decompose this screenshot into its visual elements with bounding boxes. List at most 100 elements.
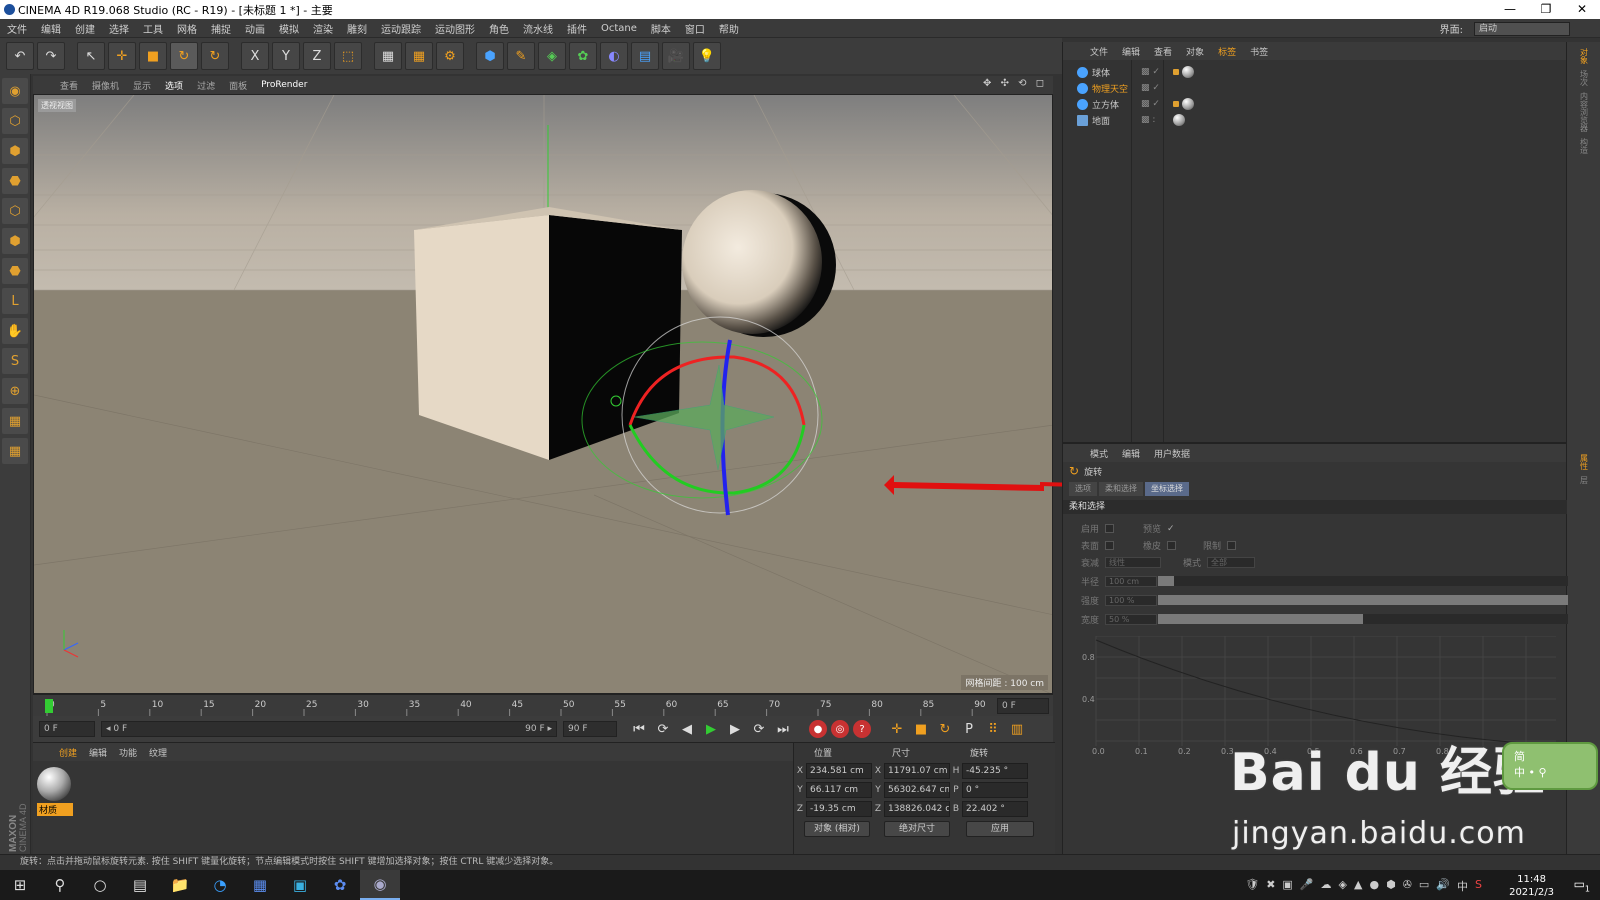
strength-field[interactable]: 100 % xyxy=(1105,595,1158,606)
timeline-window-button[interactable]: ▥ xyxy=(1007,719,1027,739)
close-button[interactable]: ✕ xyxy=(1564,0,1600,19)
end-frame-field[interactable]: 90 F xyxy=(563,721,617,737)
pen-icon[interactable]: ✎ xyxy=(507,42,535,70)
axis-mode-icon[interactable]: L xyxy=(2,288,28,314)
viewport-menu-options[interactable]: 选项 xyxy=(158,79,190,92)
select-arrow-icon[interactable]: ↖ xyxy=(77,42,105,70)
mat-menu-create[interactable]: 创建 xyxy=(53,746,83,759)
viewport-nav-icons[interactable]: ✥ ✣ ⟲ ◻ xyxy=(983,78,1047,89)
tweak-icon[interactable]: ✋ xyxy=(2,318,28,344)
menu-simulate[interactable]: 模拟 xyxy=(272,21,306,36)
rotation-b-field[interactable]: 22.402 ° xyxy=(962,800,1028,817)
phong-tag-icon[interactable] xyxy=(1173,101,1179,107)
menu-mesh[interactable]: 网格 xyxy=(170,21,204,36)
render-picture-viewer-icon[interactable]: ▦ xyxy=(405,42,433,70)
obj-menu-tags[interactable]: 标签 xyxy=(1211,45,1243,58)
interface-select[interactable]: 启动 xyxy=(1474,21,1570,36)
tray-app-icon[interactable]: ● xyxy=(1369,878,1379,894)
next-key-button[interactable]: ⟳ xyxy=(749,719,769,739)
menu-motion-tracker[interactable]: 运动跟踪 xyxy=(374,21,428,36)
menu-select[interactable]: 选择 xyxy=(102,21,136,36)
workplane-icon[interactable]: ⬣ xyxy=(2,168,28,194)
obj-menu-file[interactable]: 文件 xyxy=(1083,45,1115,58)
key-pla-button[interactable]: ⠿ xyxy=(983,719,1003,739)
strength-slider[interactable] xyxy=(1158,595,1568,605)
restrict-checkbox[interactable] xyxy=(1227,541,1237,550)
goto-start-button[interactable]: ⏮ xyxy=(629,719,649,739)
menu-help[interactable]: 帮助 xyxy=(712,21,746,36)
viewport-menu-filter[interactable]: 过滤 xyxy=(190,79,222,92)
object-mode-select[interactable]: 对象 (相对) xyxy=(804,821,870,837)
undo-icon[interactable]: ↶ xyxy=(6,42,34,70)
menu-tools[interactable]: 工具 xyxy=(136,21,170,36)
viewport-menu-cameras[interactable]: 摄像机 xyxy=(85,79,126,92)
mat-menu-texture[interactable]: 纹理 xyxy=(143,746,173,759)
points-mode-icon[interactable]: ⬡ xyxy=(2,198,28,224)
mat-menu-edit[interactable]: 编辑 xyxy=(83,746,113,759)
scale-icon[interactable]: ■ xyxy=(139,42,167,70)
render-settings-icon[interactable]: ⚙ xyxy=(436,42,464,70)
move-icon[interactable]: ✛ xyxy=(108,42,136,70)
menu-snap[interactable]: 捕捉 xyxy=(204,21,238,36)
width-field[interactable]: 50 % xyxy=(1105,614,1158,625)
width-slider[interactable] xyxy=(1158,614,1568,624)
surface-checkbox[interactable] xyxy=(1105,541,1115,550)
microphone-icon[interactable]: 🎤 xyxy=(1300,878,1314,894)
radius-field[interactable]: 100 cm xyxy=(1105,576,1158,587)
next-frame-button[interactable]: ▶ xyxy=(725,719,745,739)
timeline-ruler[interactable]: 051015202530354045505560657075808590 0 F xyxy=(33,694,1053,717)
size-x-field[interactable]: 11791.07 cm xyxy=(884,762,950,779)
prev-frame-button[interactable]: ◀ xyxy=(677,719,697,739)
subdivision-icon[interactable]: ◈ xyxy=(538,42,566,70)
attr-tab-soft-selection[interactable]: 柔和选择 xyxy=(1099,482,1143,496)
cortana-icon[interactable]: ○ xyxy=(80,870,120,900)
volume-icon[interactable]: 🔊 xyxy=(1436,878,1450,894)
render-view-icon[interactable]: ▦ xyxy=(374,42,402,70)
key-parameter-button[interactable]: P xyxy=(959,719,979,739)
rotate-icon[interactable]: ↻ xyxy=(170,42,198,70)
tray-app-icon[interactable]: ⬢ xyxy=(1386,878,1396,894)
file-explorer-icon[interactable]: 📁 xyxy=(160,870,200,900)
key-position-button[interactable]: ✛ xyxy=(887,719,907,739)
object-row-floor[interactable]: 地面 ▩ : xyxy=(1077,112,1557,128)
magnet-icon[interactable]: ⊕ xyxy=(2,378,28,404)
falloff-select[interactable]: 线性 xyxy=(1105,557,1162,568)
position-y-field[interactable]: 66.117 cm xyxy=(806,781,872,798)
edge-icon[interactable]: ◔ xyxy=(200,870,240,900)
menu-render[interactable]: 渲染 xyxy=(306,21,340,36)
ime-indicator[interactable]: 中 xyxy=(1457,878,1468,894)
size-y-field[interactable]: 56302.647 cm xyxy=(884,781,950,798)
record-key-button[interactable]: ● xyxy=(809,720,827,738)
play-button[interactable]: ▶ xyxy=(701,719,721,739)
key-rotation-button[interactable]: ↻ xyxy=(935,719,955,739)
menu-script[interactable]: 脚本 xyxy=(644,21,678,36)
size-z-field[interactable]: 138826.042 c xyxy=(884,800,950,817)
z-axis-icon[interactable]: Z xyxy=(303,42,331,70)
model-mode-icon[interactable]: ⬡ xyxy=(2,108,28,134)
nvidia-icon[interactable]: ▲ xyxy=(1354,878,1362,894)
key-scale-button[interactable]: ■ xyxy=(911,719,931,739)
menu-plugins[interactable]: 插件 xyxy=(560,21,594,36)
cinema4d-icon[interactable]: ◉ xyxy=(360,870,400,900)
preview-checkbox[interactable]: ✓ xyxy=(1167,524,1175,534)
obj-menu-view[interactable]: 查看 xyxy=(1147,45,1179,58)
goto-end-button[interactable]: ⏭ xyxy=(773,719,793,739)
apply-button[interactable]: 应用 xyxy=(966,821,1034,837)
size-mode-select[interactable]: 绝对尺寸 xyxy=(884,821,950,837)
attr-tab-axis[interactable]: 坐标选择 xyxy=(1145,482,1189,496)
object-row-sphere[interactable]: 球体 ▩ ✓ xyxy=(1077,64,1557,80)
menu-file[interactable]: 文件 xyxy=(0,21,34,36)
attr-tab-options[interactable]: 选项 xyxy=(1069,482,1097,496)
task-view-icon[interactable]: ▤ xyxy=(120,870,160,900)
mat-menu-function[interactable]: 功能 xyxy=(113,746,143,759)
key-help-button[interactable]: ? xyxy=(853,720,871,738)
attr-menu-mode[interactable]: 模式 xyxy=(1083,447,1115,460)
rotation-p-field[interactable]: 0 ° xyxy=(962,781,1028,798)
texture-mode-icon[interactable]: ⬢ xyxy=(2,138,28,164)
viewport-menu-view[interactable]: 查看 xyxy=(53,79,85,92)
tab-takes[interactable]: 场次 xyxy=(1578,70,1590,86)
tray-app-icon[interactable]: ▣ xyxy=(1282,878,1292,894)
phong-tag-icon[interactable] xyxy=(1173,69,1179,75)
baidu-netdisk-icon[interactable]: ✿ xyxy=(320,870,360,900)
menu-window[interactable]: 窗口 xyxy=(678,21,712,36)
